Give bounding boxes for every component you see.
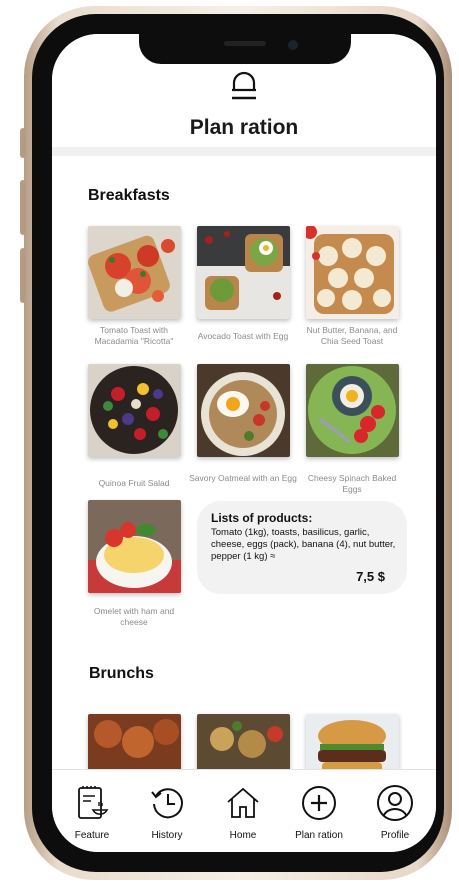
food-image-brunch-1[interactable] xyxy=(88,714,181,774)
home-icon xyxy=(227,787,259,818)
food-image-savory-oatmeal[interactable] xyxy=(197,364,290,457)
food-image-brunch-2[interactable] xyxy=(197,714,290,774)
header-divider xyxy=(52,147,436,156)
food-image-avocado-toast[interactable] xyxy=(197,226,290,319)
tab-plan-ration[interactable]: Plan ration xyxy=(281,770,357,852)
tab-label-history: History xyxy=(151,830,183,841)
section-title-brunchs: Brunchs xyxy=(89,665,154,682)
food-image-quinoa-salad[interactable] xyxy=(88,364,181,457)
mute-switch xyxy=(20,128,26,158)
tab-label-profile: Profile xyxy=(380,830,410,841)
profile-icon xyxy=(377,785,413,821)
app-screen: Plan ration Breakfasts Tomato Toast with… xyxy=(52,34,436,852)
caption-omelet: Omelet with ham and cheese xyxy=(93,606,175,627)
tab-label-home: Home xyxy=(229,830,257,841)
tab-label-feature: Feature xyxy=(74,830,110,841)
tab-history[interactable]: History xyxy=(129,770,205,852)
tab-home[interactable]: Home xyxy=(205,770,281,852)
products-price: 7,5 $ xyxy=(356,569,385,584)
section-title-breakfasts: Breakfasts xyxy=(88,187,170,204)
tab-profile[interactable]: Profile xyxy=(357,770,433,852)
food-image-brunch-3[interactable] xyxy=(306,714,399,774)
page-title: Plan ration xyxy=(189,116,299,139)
caption-avocado-toast: Avocado Toast with Egg xyxy=(197,331,289,341)
caption-tomato-toast: Tomato Toast with Macadamia "Ricotta" xyxy=(94,325,174,346)
feature-icon xyxy=(78,786,109,819)
products-card[interactable]: Lists of products: Tomato (1kg), toasts,… xyxy=(197,501,407,594)
caption-quinoa-salad: Quinoa Fruit Salad xyxy=(98,478,170,488)
bottom-tab-bar: Feature History Home Plan ration Profile xyxy=(52,769,436,852)
volume-down-button xyxy=(20,248,26,303)
history-icon xyxy=(151,788,183,819)
tab-feature[interactable]: Feature xyxy=(54,770,130,852)
food-image-nut-butter-toast[interactable] xyxy=(306,226,399,319)
speaker xyxy=(224,41,266,46)
notch xyxy=(139,34,351,64)
front-camera xyxy=(288,40,298,50)
tab-label-plan-ration: Plan ration xyxy=(295,830,343,841)
products-list-text: Tomato (1kg), toasts, basilicus, garlic,… xyxy=(211,527,396,562)
food-image-spinach-eggs[interactable] xyxy=(306,364,399,457)
caption-savory-oatmeal: Savory Oatmeal with an Egg xyxy=(189,473,297,483)
plus-circle-icon xyxy=(302,786,336,820)
food-image-omelet[interactable] xyxy=(88,500,181,593)
plan-ration-icon xyxy=(230,70,258,107)
volume-up-button xyxy=(20,180,26,235)
food-image-tomato-toast[interactable] xyxy=(88,226,181,319)
caption-spinach-eggs: Cheesy Spinach Baked Eggs xyxy=(307,473,397,494)
caption-nut-butter-toast: Nut Butter, Banana, and Chia Seed Toast xyxy=(306,325,398,346)
products-title: Lists of products: xyxy=(211,511,313,525)
